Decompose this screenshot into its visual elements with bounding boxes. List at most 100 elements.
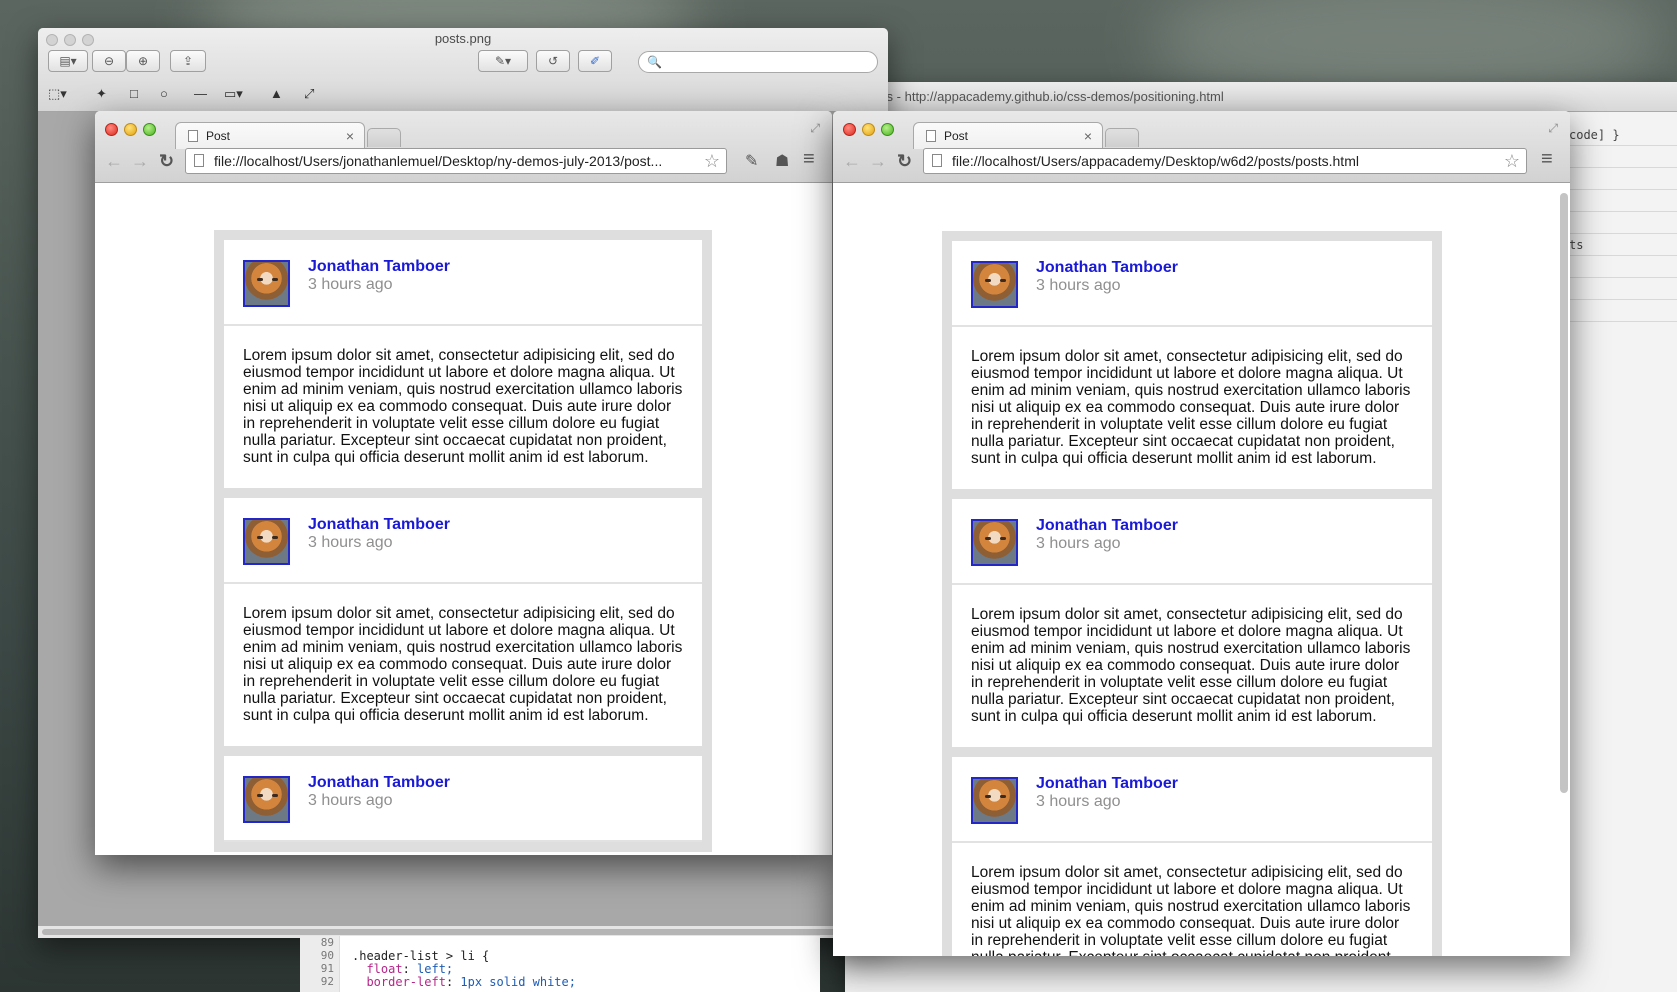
post-time: 3 hours ago <box>308 792 393 809</box>
bookmark-star-icon[interactable]: ☆ <box>1504 149 1520 173</box>
zoom-out-button[interactable]: ⊖ <box>92 50 126 72</box>
post: Jonathan Tamboer 3 hours ago Lorem ipsum… <box>952 499 1432 747</box>
selection-tool-icon[interactable]: ⬚▾ <box>48 86 67 102</box>
fullscreen-icon[interactable]: ⤢ <box>810 121 820 136</box>
reload-icon[interactable]: ↻ <box>897 151 912 172</box>
address-bar[interactable]: file://localhost/Users/jonathanlemuel/De… <box>185 148 727 174</box>
minimize-window-icon[interactable] <box>862 123 875 136</box>
author-link[interactable]: Jonathan Tamboer <box>308 258 450 276</box>
tab-title: Post <box>206 129 231 143</box>
devtools-row[interactable] <box>1565 168 1677 190</box>
line-number: 92 <box>320 975 334 988</box>
post-feed: Jonathan Tamboer 3 hours ago Lorem ipsum… <box>214 230 712 852</box>
back-icon[interactable]: ← <box>105 151 123 172</box>
post-time: 3 hours ago <box>1036 277 1121 294</box>
new-tab-button[interactable] <box>1105 128 1139 147</box>
post-body: Lorem ipsum dolor sit amet, consectetur … <box>971 864 1411 956</box>
rotate-button[interactable]: ↺ <box>536 50 570 72</box>
browser-toolbar: Post × ⤢ ← → ↻ file://localhost/Users/ap… <box>833 111 1570 183</box>
menu-icon[interactable]: ≡ <box>803 148 815 171</box>
avatar[interactable] <box>971 519 1018 566</box>
post-body: Lorem ipsum dolor sit amet, consectetur … <box>971 348 1411 467</box>
post-body: Lorem ipsum dolor sit amet, consectetur … <box>971 606 1411 725</box>
code-line[interactable]: float: left; <box>352 962 453 976</box>
post-header: Jonathan Tamboer 3 hours ago <box>224 756 702 842</box>
author-link[interactable]: Jonathan Tamboer <box>308 774 450 792</box>
address-bar[interactable]: file://localhost/Users/appacademy/Deskto… <box>923 148 1527 174</box>
code-line[interactable]: border-left: 1px solid white; <box>352 975 576 989</box>
adjust-color-icon[interactable]: ▲ <box>270 86 283 101</box>
zoom-window-icon[interactable] <box>143 123 156 136</box>
devtools-row[interactable]: ts <box>1565 234 1677 256</box>
oval-tool-icon[interactable]: ○ <box>160 86 168 101</box>
devtools-title: r Tools - http://appacademy.github.io/cs… <box>845 82 1677 112</box>
preview-search-input[interactable]: 🔍 <box>638 51 878 73</box>
edit-toolbar-button[interactable]: ✐ <box>578 50 612 72</box>
author-link[interactable]: Jonathan Tamboer <box>1036 517 1178 535</box>
devtools-row[interactable]: code] } <box>1565 124 1677 146</box>
post: Jonathan Tamboer 3 hours ago Lorem ipsum… <box>952 241 1432 489</box>
browser-toolbar: Post × ⤢ ← → ↻ file://localhost/Users/jo… <box>95 111 832 183</box>
page-viewport: Jonathan Tamboer 3 hours ago Lorem ipsum… <box>833 183 1570 956</box>
post-header: Jonathan Tamboer 3 hours ago <box>952 499 1432 585</box>
line-number: 91 <box>320 962 334 975</box>
post: Jonathan Tamboer 3 hours ago <box>224 756 702 842</box>
code-editor: 89 90 .header-list > li { 91 float: left… <box>300 936 820 992</box>
bookmark-star-icon[interactable]: ☆ <box>704 149 720 173</box>
instant-alpha-icon[interactable]: ✦ <box>96 86 107 102</box>
post-header: Jonathan Tamboer 3 hours ago <box>952 241 1432 327</box>
reload-icon[interactable]: ↻ <box>159 151 174 172</box>
close-window-icon[interactable] <box>105 123 118 136</box>
menu-icon[interactable]: ≡ <box>1541 148 1553 171</box>
post-header: Jonathan Tamboer 3 hours ago <box>224 240 702 326</box>
author-link[interactable]: Jonathan Tamboer <box>308 516 450 534</box>
rectangle-tool-icon[interactable]: □ <box>130 86 138 101</box>
line-number: 90 <box>320 949 334 962</box>
css-value: 1px solid white; <box>460 975 576 989</box>
vertical-scrollbar[interactable] <box>1560 193 1568 793</box>
forward-icon[interactable]: → <box>131 151 149 172</box>
fullscreen-icon[interactable]: ⤢ <box>1548 121 1558 136</box>
forward-icon[interactable]: → <box>869 151 887 172</box>
line-tool-icon[interactable]: — <box>194 86 207 101</box>
devtools-row[interactable] <box>1565 256 1677 278</box>
devtools-row[interactable] <box>1565 146 1677 168</box>
devtools-row[interactable] <box>1565 212 1677 234</box>
resize-tool-icon[interactable]: ⤢ <box>304 86 314 102</box>
devtools-row[interactable] <box>1565 300 1677 322</box>
zoom-in-button[interactable]: ⊕ <box>126 50 160 72</box>
author-link[interactable]: Jonathan Tamboer <box>1036 775 1178 793</box>
sidebar-toggle-button[interactable]: ▤▾ <box>48 50 88 72</box>
close-tab-icon[interactable]: × <box>1084 123 1092 149</box>
back-icon[interactable]: ← <box>843 151 861 172</box>
devtools-row[interactable] <box>1565 190 1677 212</box>
author-link[interactable]: Jonathan Tamboer <box>1036 259 1178 277</box>
code-line[interactable]: .header-list > li { <box>352 949 489 963</box>
avatar[interactable] <box>243 518 290 565</box>
preview-title: posts.png <box>434 31 492 46</box>
avatar[interactable] <box>971 261 1018 308</box>
share-button[interactable]: ⇪ <box>170 50 206 72</box>
tab-post[interactable]: Post × <box>913 122 1103 149</box>
extension-icon[interactable]: ☗ <box>775 151 789 171</box>
close-window-icon[interactable] <box>843 123 856 136</box>
page-icon <box>926 130 936 142</box>
tab-title: Post <box>944 129 969 143</box>
line-number: 89 <box>320 936 334 949</box>
wrench-icon[interactable]: ✎ <box>745 151 758 171</box>
new-tab-button[interactable] <box>367 128 401 147</box>
avatar[interactable] <box>243 776 290 823</box>
text-tool-icon[interactable]: ▭▾ <box>224 86 243 102</box>
tab-post[interactable]: Post × <box>175 122 365 149</box>
zoom-window-icon[interactable] <box>881 123 894 136</box>
minimize-window-icon[interactable] <box>124 123 137 136</box>
avatar[interactable] <box>971 777 1018 824</box>
post-feed: Jonathan Tamboer 3 hours ago Lorem ipsum… <box>942 231 1442 956</box>
annotate-button[interactable]: ✎▾ <box>478 50 528 72</box>
devtools-row[interactable] <box>1565 278 1677 300</box>
post: Jonathan Tamboer 3 hours ago Lorem ipsum… <box>952 757 1432 956</box>
devtools-style-rows: code] } ts <box>1565 124 1677 322</box>
url-text: file://localhost/Users/appacademy/Deskto… <box>952 153 1359 169</box>
avatar[interactable] <box>243 260 290 307</box>
close-tab-icon[interactable]: × <box>346 123 354 149</box>
